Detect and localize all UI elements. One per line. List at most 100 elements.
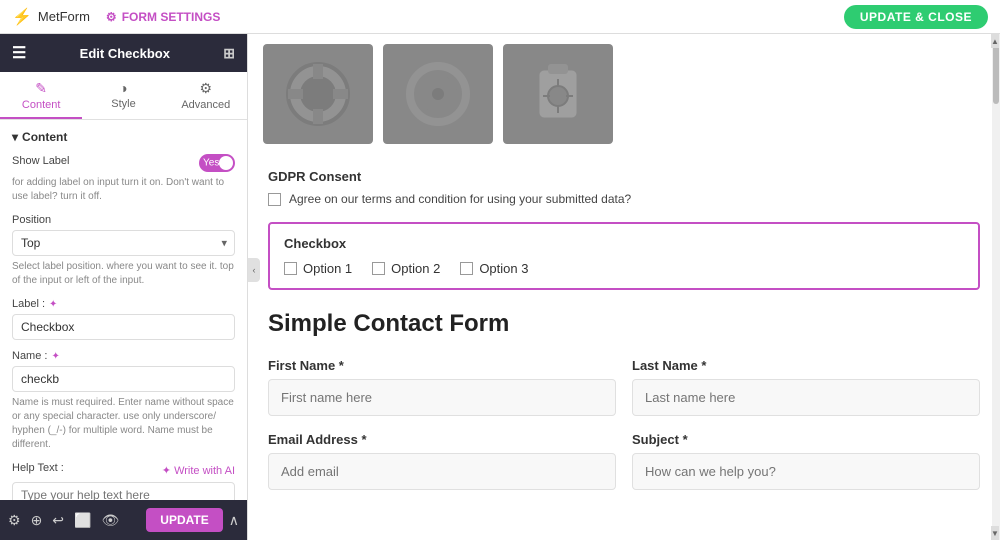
name-sparkle-icon: ✦ <box>51 351 59 362</box>
gdpr-section: GDPR Consent Agree on our terms and cond… <box>268 169 980 206</box>
last-name-field: Last Name * <box>632 358 980 416</box>
help-text-input[interactable] <box>12 482 235 500</box>
option3-label: Option 3 <box>479 261 528 276</box>
label-field-label: Label : ✦ <box>12 298 235 310</box>
option2-label: Option 2 <box>391 261 440 276</box>
checkbox-section: Checkbox Option 1 Option 2 Option 3 <box>268 222 980 290</box>
first-name-label: First Name * <box>268 358 616 373</box>
sidebar-content: ▾ Content Show Label Yes for adding labe… <box>0 120 247 500</box>
checkbox-option-2[interactable]: Option 2 <box>372 261 440 276</box>
header-icons: ⊞ <box>223 45 235 62</box>
checkbox-options: Option 1 Option 2 Option 3 <box>284 261 964 276</box>
layers-tool-icon[interactable]: ⊕ <box>31 512 43 529</box>
tool-icons: ⚙ ⊕ ↩ ⬜ 👁 <box>8 512 119 529</box>
help-text-row: Help Text : ✦ Write with AI <box>12 462 235 500</box>
chevron-down-icon: ▾ <box>12 130 18 144</box>
last-name-input[interactable] <box>632 379 980 416</box>
sidebar-header: ☰ Edit Checkbox ⊞ <box>0 34 247 72</box>
preview-tool-icon[interactable]: 👁 <box>101 512 119 529</box>
style-tab-label: Style <box>111 98 135 110</box>
first-name-input[interactable] <box>268 379 616 416</box>
position-label: Position <box>12 214 235 226</box>
gdpr-checkbox[interactable] <box>268 193 281 206</box>
content-tab-label: Content <box>22 99 61 111</box>
grid-icon[interactable]: ⊞ <box>223 45 235 62</box>
position-select[interactable]: Top Left Right <box>12 230 235 256</box>
expand-icon[interactable]: ∧ <box>229 512 239 529</box>
bottom-toolbar: ⚙ ⊕ ↩ ⬜ 👁 UPDATE ∧ <box>0 500 247 540</box>
style-tab-icon: ◑ <box>119 80 127 96</box>
email-field: Email Address * <box>268 432 616 490</box>
last-name-label: Last Name * <box>632 358 980 373</box>
settings-tool-icon[interactable]: ⚙ <box>8 512 21 529</box>
gdpr-check-row: Agree on our terms and condition for usi… <box>268 192 980 206</box>
product-images <box>248 34 1000 154</box>
form-settings-label: FORM SETTINGS <box>122 10 221 24</box>
show-label-label: Show Label <box>12 155 70 167</box>
hamburger-icon[interactable]: ☰ <box>12 43 26 63</box>
write-ai-link[interactable]: ✦ Write with AI <box>162 464 235 477</box>
product-image-1 <box>263 44 373 144</box>
position-row: Position Top Left Right Select label pos… <box>12 214 235 288</box>
tab-advanced[interactable]: ⚙ Advanced <box>165 72 247 119</box>
tab-content[interactable]: ✎ Content <box>0 72 82 119</box>
collapse-toggle[interactable]: ‹ <box>248 258 260 282</box>
help-text-label: Help Text : <box>12 462 64 474</box>
scroll-down-arrow[interactable]: ▼ <box>991 526 999 540</box>
scroll-track[interactable] <box>992 34 1000 540</box>
advanced-tab-label: Advanced <box>181 99 230 111</box>
sidebar: ☰ Edit Checkbox ⊞ ✎ Content ◑ Style ⚙ Ad… <box>0 34 248 540</box>
template-tool-icon[interactable]: ⬜ <box>74 512 91 529</box>
first-name-field: First Name * <box>268 358 616 416</box>
product-image-3 <box>503 44 613 144</box>
checkbox-option-3[interactable]: Option 3 <box>460 261 528 276</box>
sidebar-title: Edit Checkbox <box>80 46 170 61</box>
show-label-toggle[interactable]: Yes <box>199 154 235 172</box>
content-section-title: ▾ Content <box>12 130 235 144</box>
scroll-thumb[interactable] <box>993 44 999 104</box>
label-input[interactable] <box>12 314 235 340</box>
gdpr-label: Agree on our terms and condition for usi… <box>289 192 631 206</box>
brand-name: MetForm <box>38 9 90 24</box>
form-settings-link[interactable]: ⚙ FORM SETTINGS <box>106 10 220 24</box>
form-title: Simple Contact Form <box>268 310 980 338</box>
update-button[interactable]: UPDATE <box>146 508 222 532</box>
checkbox-section-title: Checkbox <box>284 236 964 251</box>
label-sparkle-icon: ✦ <box>49 299 57 310</box>
tab-style[interactable]: ◑ Style <box>82 72 164 119</box>
email-label: Email Address * <box>268 432 616 447</box>
settings-icon: ⚙ <box>106 10 117 24</box>
tabs-row: ✎ Content ◑ Style ⚙ Advanced <box>0 72 247 120</box>
toggle-row: Show Label Yes <box>12 154 235 172</box>
option1-checkbox[interactable] <box>284 262 297 275</box>
subject-field: Subject * <box>632 432 980 490</box>
main-layout: ☰ Edit Checkbox ⊞ ✎ Content ◑ Style ⚙ Ad… <box>0 34 1000 540</box>
product-image-2 <box>383 44 493 144</box>
name-note: Name is must required. Enter name withou… <box>12 396 235 452</box>
advanced-tab-icon: ⚙ <box>200 80 213 97</box>
checkbox-option-1[interactable]: Option 1 <box>284 261 352 276</box>
scroll-up-arrow[interactable]: ▲ <box>991 34 999 48</box>
topbar: ⚡ MetForm ⚙ FORM SETTINGS UPDATE & CLOSE <box>0 0 1000 34</box>
show-label-note: for adding label on input turn it on. Do… <box>12 176 235 204</box>
option2-checkbox[interactable] <box>372 262 385 275</box>
subject-input[interactable] <box>632 453 980 490</box>
update-close-button[interactable]: UPDATE & CLOSE <box>844 5 988 29</box>
form-row-1: First Name * Last Name * <box>268 358 980 416</box>
email-input[interactable] <box>268 453 616 490</box>
name-field-row: Name : ✦ Name is must required. Enter na… <box>12 350 235 452</box>
logo-icon: ⚡ <box>12 7 32 27</box>
subject-label: Subject * <box>632 432 980 447</box>
form-row-2: Email Address * Subject * <box>268 432 980 490</box>
name-field-label: Name : ✦ <box>12 350 235 362</box>
history-tool-icon[interactable]: ↩ <box>52 512 64 529</box>
label-field-row: Label : ✦ <box>12 298 235 340</box>
name-input[interactable] <box>12 366 235 392</box>
toggle-yes-label: Yes <box>203 158 219 169</box>
option1-label: Option 1 <box>303 261 352 276</box>
position-note: Select label position. where you want to… <box>12 260 235 288</box>
logo-area: ⚡ MetForm <box>12 7 90 27</box>
option3-checkbox[interactable] <box>460 262 473 275</box>
content-tab-icon: ✎ <box>35 80 47 97</box>
gdpr-title: GDPR Consent <box>268 169 980 184</box>
